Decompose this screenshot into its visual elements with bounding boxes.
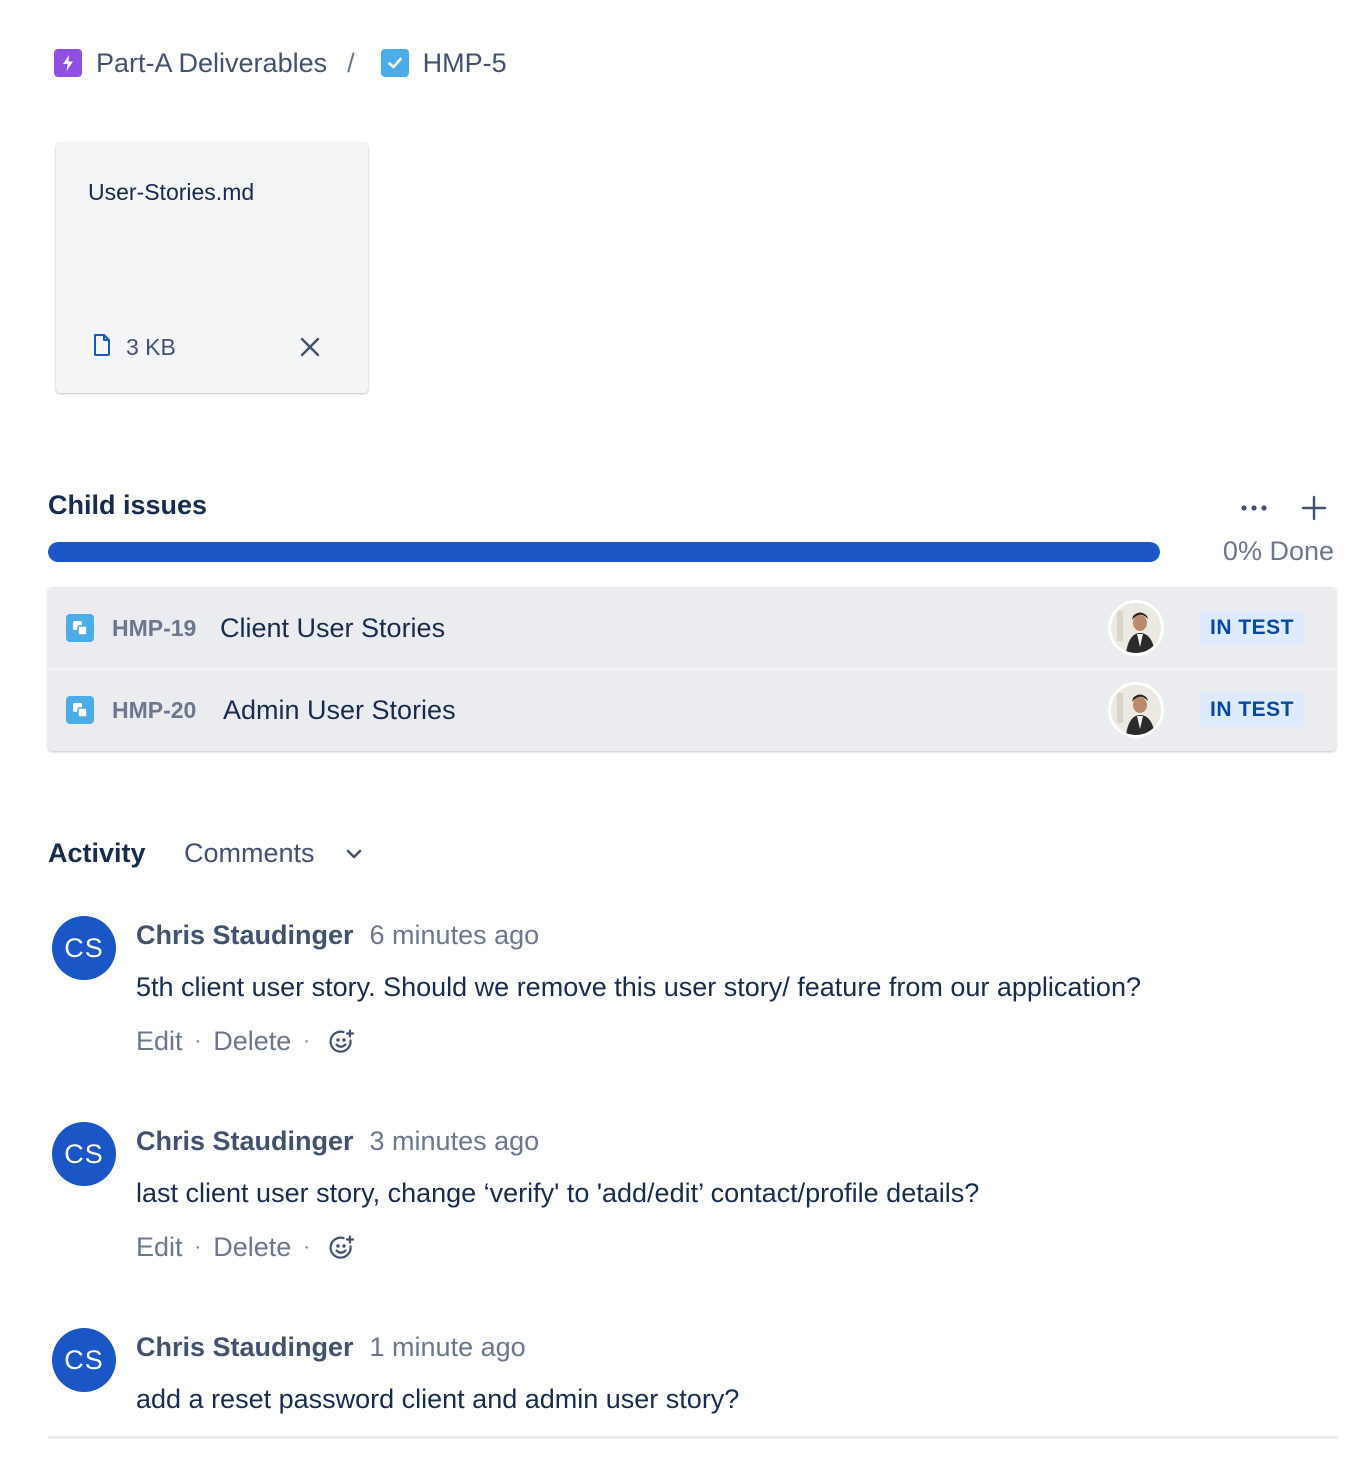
separator-dot: · <box>194 1236 202 1258</box>
task-checkbox-icon <box>380 49 409 77</box>
close-icon <box>300 337 320 357</box>
subtask-icon <box>66 614 94 642</box>
divider <box>48 1436 1338 1439</box>
add-child-issue-button[interactable] <box>1296 492 1332 524</box>
comment-author[interactable]: Chris Staudinger <box>136 1332 354 1363</box>
more-icon <box>1241 505 1267 511</box>
avatar[interactable]: CS <box>52 1122 116 1186</box>
add-reaction-button[interactable] <box>328 1028 356 1056</box>
delete-comment-button[interactable]: Delete <box>213 1232 291 1263</box>
comment-actions: Edit · Delete · <box>136 1232 356 1263</box>
comment-body: 5th client user story. Should we remove … <box>136 972 1141 1002</box>
issue-summary[interactable]: Client User Stories <box>220 613 445 644</box>
child-issues-progress-bar <box>48 542 1160 562</box>
comment: CS Chris Staudinger 6 minutes ago 5th cl… <box>52 916 1342 1066</box>
child-issue-list: HMP-19 Client User Stories IN TEST HMP-2… <box>48 587 1336 751</box>
comment: CS Chris Staudinger 1 minute ago add a r… <box>52 1328 1342 1428</box>
assignee-avatar[interactable] <box>1108 682 1164 738</box>
attachment-card[interactable]: User-Stories.md 3 KB <box>56 143 368 393</box>
comment-timestamp: 3 minutes ago <box>369 1126 540 1156</box>
child-issues-actions <box>1236 492 1332 524</box>
child-issues-title: Child issues <box>48 490 208 520</box>
attachment-meta: 3 KB <box>92 333 176 362</box>
plus-icon <box>1301 495 1327 521</box>
activity-filter-dropdown[interactable]: Comments <box>184 838 363 869</box>
comment-author[interactable]: Chris Staudinger <box>136 920 354 951</box>
comment-body: add a reset password client and admin us… <box>136 1384 740 1414</box>
child-issue-row[interactable]: HMP-19 Client User Stories IN TEST <box>48 587 1336 670</box>
activity-title: Activity <box>48 838 146 868</box>
avatar[interactable]: CS <box>52 1328 116 1392</box>
more-options-button[interactable] <box>1236 492 1272 524</box>
comment-body: last client user story, change ‘verify' … <box>136 1178 980 1208</box>
assignee-avatar[interactable] <box>1108 600 1164 656</box>
separator-dot: · <box>303 1030 310 1052</box>
status-badge[interactable]: IN TEST <box>1200 611 1305 645</box>
comment-timestamp: 6 minutes ago <box>369 920 540 950</box>
progress-label: 0% Done <box>1222 536 1334 566</box>
comment: CS Chris Staudinger 3 minutes ago last c… <box>52 1122 1342 1272</box>
breadcrumb-issue-link[interactable]: HMP-5 <box>423 48 507 79</box>
issue-key[interactable]: HMP-20 <box>112 697 196 724</box>
attachment-file-name: User-Stories.md <box>88 179 255 205</box>
comment-actions: Edit · Delete · <box>136 1026 356 1057</box>
avatar[interactable]: CS <box>52 916 116 980</box>
issue-summary[interactable]: Admin User Stories <box>223 695 456 726</box>
activity-filter-label: Comments <box>184 838 315 868</box>
subtask-icon <box>66 696 94 724</box>
add-reaction-button[interactable] <box>328 1234 356 1262</box>
epic-icon <box>54 49 82 77</box>
chevron-down-icon <box>345 848 363 860</box>
comment-header: Chris Staudinger 3 minutes ago <box>136 1126 539 1157</box>
edit-comment-button[interactable]: Edit <box>136 1232 183 1263</box>
comment-timestamp: 1 minute ago <box>369 1332 526 1362</box>
remove-attachment-button[interactable] <box>296 333 324 361</box>
breadcrumb-epic-link[interactable]: Part-A Deliverables <box>96 48 327 79</box>
breadcrumb: Part-A Deliverables / HMP-5 <box>54 44 507 82</box>
comment-header: Chris Staudinger 6 minutes ago <box>136 920 539 951</box>
child-issue-row[interactable]: HMP-20 Admin User Stories IN TEST <box>48 669 1336 751</box>
separator-dot: · <box>303 1236 310 1258</box>
progress-fill <box>48 542 1160 562</box>
breadcrumb-separator: / <box>347 47 355 78</box>
add-reaction-icon <box>329 1234 355 1259</box>
delete-comment-button[interactable]: Delete <box>213 1026 291 1057</box>
status-badge[interactable]: IN TEST <box>1200 693 1305 727</box>
comment-header: Chris Staudinger 1 minute ago <box>136 1332 526 1363</box>
issue-key[interactable]: HMP-19 <box>112 615 196 642</box>
edit-comment-button[interactable]: Edit <box>136 1026 183 1057</box>
comment-author[interactable]: Chris Staudinger <box>136 1126 354 1157</box>
attachment-size: 3 KB <box>126 334 176 360</box>
document-icon <box>92 333 112 362</box>
add-reaction-icon <box>329 1028 355 1053</box>
separator-dot: · <box>194 1030 202 1052</box>
